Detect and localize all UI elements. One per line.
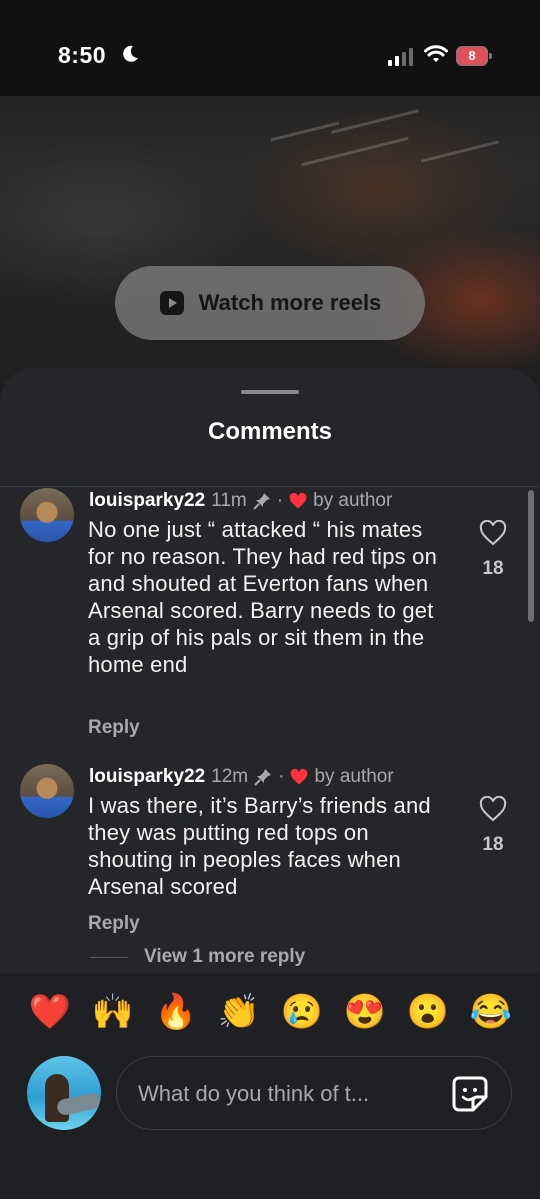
comment-item: louisparky22 11m · by author No one just… [20, 488, 530, 743]
like-heart-icon[interactable] [479, 796, 507, 822]
like-count: 18 [482, 834, 504, 855]
quick-reactions-row: ❤️ 🙌 🔥 👏 😢 😍 😮 😂 [0, 987, 540, 1037]
watch-more-reels-label: Watch more reels [198, 290, 382, 315]
liked-by-author-label: by author [314, 766, 394, 787]
reaction-laughing[interactable]: 😂 [469, 987, 513, 1037]
reaction-fire[interactable]: 🔥 [154, 987, 198, 1037]
current-user-avatar [27, 1056, 101, 1130]
sticker-icon[interactable] [451, 1075, 489, 1113]
reaction-heart-eyes[interactable]: 😍 [343, 987, 387, 1037]
reaction-surprised[interactable]: 😮 [406, 987, 450, 1037]
like-count: 18 [482, 558, 504, 579]
meta-separator: · [276, 490, 284, 511]
like-heart-icon[interactable] [479, 520, 507, 546]
reply-button[interactable]: Reply [88, 717, 140, 739]
reply-button[interactable]: Reply [88, 913, 140, 935]
reaction-clapping[interactable]: 👏 [217, 987, 261, 1037]
battery-icon: 8 [456, 46, 492, 66]
wifi-icon [424, 45, 448, 62]
watch-more-reels-button[interactable]: Watch more reels [115, 266, 425, 340]
pin-icon [254, 769, 272, 786]
comment-text: No one just “ attacked “ his mates for n… [88, 517, 438, 677]
pin-icon [253, 493, 270, 510]
status-bar: 8:50 8 [0, 0, 540, 96]
liked-by-author-label: by author [313, 490, 393, 511]
play-square-icon [159, 291, 184, 315]
reaction-crying[interactable]: 😢 [280, 987, 324, 1037]
moon-icon [123, 45, 138, 62]
sheet-divider [0, 486, 540, 487]
author-liked-heart-icon [291, 768, 308, 785]
comment-time: 11m [211, 490, 247, 511]
sheet-grabber[interactable] [241, 390, 299, 394]
comment-text: I was there, it’s Barry’s friends and th… [88, 793, 431, 899]
commenter-avatar[interactable] [20, 764, 74, 818]
comment-username[interactable]: louisparky22 [89, 490, 205, 512]
comment-meta: louisparky22 11m · by author [89, 490, 392, 512]
battery-level: 8 [468, 48, 476, 63]
meta-separator: · [278, 766, 285, 787]
comment-item: louisparky22 12m · by author I was there… [20, 764, 530, 944]
commenter-avatar[interactable] [20, 488, 74, 542]
comment-composer: ❤️ 🙌 🔥 👏 😢 😍 😮 😂 What do you think of t.… [0, 973, 540, 1199]
comment-username[interactable]: louisparky22 [89, 766, 205, 788]
comments-title: Comments [207, 418, 333, 445]
comment-input-placeholder: What do you think of t... [138, 1081, 370, 1106]
reaction-heart[interactable]: ❤️ [28, 987, 72, 1037]
view-more-replies-button[interactable]: View 1 more reply [144, 946, 305, 968]
author-liked-heart-icon [289, 492, 307, 509]
view-replies-line [90, 957, 128, 958]
comment-input[interactable]: What do you think of t... [116, 1056, 512, 1130]
reaction-raising-hands[interactable]: 🙌 [91, 987, 135, 1037]
comment-meta: louisparky22 12m · by author [89, 766, 394, 788]
comment-time: 12m [211, 766, 249, 787]
cellular-signal-icon [388, 48, 413, 66]
status-time: 8:50 [58, 42, 107, 68]
